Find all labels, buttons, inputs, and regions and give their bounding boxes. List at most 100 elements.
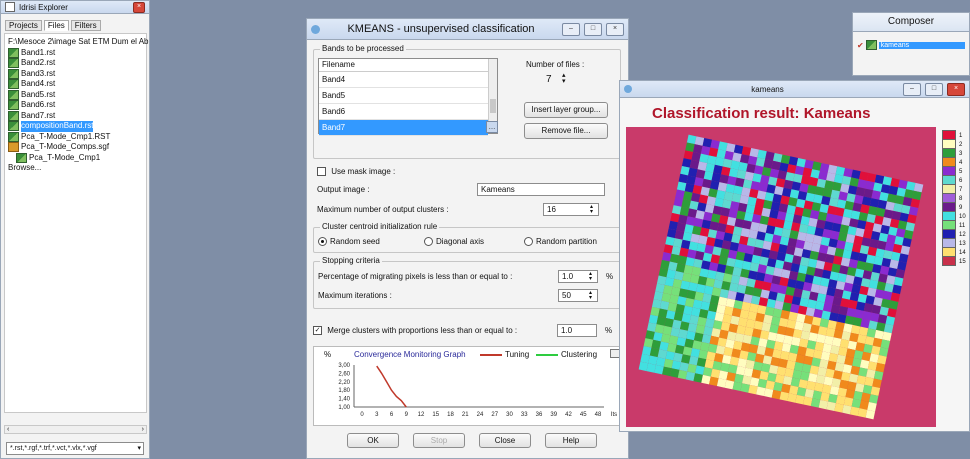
pixel-block — [760, 289, 770, 299]
maximize-icon[interactable]: □ — [584, 22, 602, 36]
file-tree: F:\Mesoce 2\image Sat ETM Dum el Ab Band… — [4, 33, 149, 413]
pct-spinner[interactable]: ▴ ▾ — [586, 271, 595, 282]
insert-layer-group-button[interactable]: Insert layer group... — [524, 102, 608, 118]
file-item[interactable]: Pca_T-Mode_Comps.sgf — [8, 142, 143, 153]
radio-diagonal-axis[interactable]: Diagonal axis — [424, 237, 484, 247]
pixel-block — [815, 300, 825, 311]
pixel-block — [830, 230, 840, 241]
pixel-block — [697, 316, 707, 327]
file-item[interactable]: Band4.rst — [8, 79, 143, 90]
stop-button[interactable]: Stop — [413, 433, 465, 448]
radio-random-seed[interactable]: Random seed — [318, 237, 380, 247]
pixel-block — [859, 400, 869, 410]
merge-checkbox[interactable]: ✓ — [313, 326, 322, 336]
pixel-block — [871, 345, 881, 356]
tree-hscrollbar[interactable]: ‹ › — [4, 425, 147, 434]
file-item[interactable]: Band5.rst — [8, 90, 143, 101]
result-close-icon[interactable]: × — [947, 82, 965, 96]
bands-list[interactable]: Filename Band4 Band5 Band6 Band7 — [318, 58, 498, 136]
ok-button[interactable]: OK — [347, 433, 399, 448]
tab-projects[interactable]: Projects — [5, 20, 42, 31]
pixel-block — [689, 274, 700, 284]
pixel-block — [857, 179, 867, 189]
file-item[interactable]: Band1.rst — [8, 48, 143, 59]
file-item[interactable]: Band7.rst — [8, 111, 143, 122]
file-name: Pca_T-Mode_Cmp1 — [29, 152, 101, 162]
pixel-block — [690, 233, 700, 244]
max-iter-spinner[interactable]: ▴ ▾ — [586, 290, 595, 301]
y-tick-label: 1,80 — [338, 388, 350, 394]
pixel-block — [738, 161, 748, 172]
pixel-block — [878, 273, 888, 283]
pixel-block — [842, 364, 853, 374]
pixel-block — [673, 238, 683, 248]
help-button[interactable]: Help — [545, 433, 597, 448]
band-row[interactable]: Band4 — [319, 72, 488, 88]
close-icon[interactable]: × — [606, 22, 624, 36]
check-icon[interactable]: ✔ — [857, 41, 864, 50]
raster-file-icon — [8, 100, 19, 111]
file-item[interactable]: Band2.rst — [8, 58, 143, 69]
explorer-close-icon[interactable]: × — [133, 1, 145, 13]
scroll-thumb[interactable] — [490, 99, 496, 113]
pixel-block — [833, 214, 843, 225]
pixel-block — [853, 276, 863, 286]
pixel-block — [699, 153, 709, 164]
pixel-block — [888, 226, 898, 237]
pixel-block — [785, 171, 795, 182]
close-button[interactable]: Close — [479, 433, 531, 448]
pixel-block — [736, 169, 747, 180]
file-filter-select[interactable]: *.rst,*.rgf,*.trf,*.vct,*.vlx,*.vgf ▾ — [6, 442, 144, 455]
radio-random-partition[interactable]: Random partition — [524, 237, 597, 247]
max-clusters-input[interactable]: 16 ▴ ▾ — [543, 203, 599, 216]
file-item[interactable]: Pca_T-Mode_Cmp1 — [8, 153, 143, 164]
pixel-block — [706, 310, 717, 321]
pixel-block — [659, 341, 669, 351]
pixel-block — [798, 338, 809, 348]
max-iter-input[interactable]: 50 ▴ ▾ — [558, 289, 598, 302]
chevron-down-icon[interactable]: ▾ — [137, 443, 141, 455]
pixel-block — [768, 290, 778, 301]
result-maximize-icon[interactable]: □ — [925, 82, 943, 96]
explorer-menu-icon[interactable] — [5, 2, 15, 12]
pixel-block — [809, 250, 819, 261]
scroll-left-icon[interactable]: ‹ — [7, 426, 9, 434]
file-name: Band5.rst — [21, 89, 56, 99]
pixel-block — [727, 290, 737, 300]
output-image-input[interactable]: Kameans — [477, 183, 605, 196]
result-minimize-icon[interactable]: – — [903, 82, 921, 96]
band-row[interactable]: Band6 — [319, 104, 488, 120]
file-item[interactable]: Band6.rst — [8, 100, 143, 111]
tuning-label: Tuning — [505, 350, 530, 359]
tab-filters[interactable]: Filters — [70, 20, 101, 31]
pixel-block — [749, 188, 759, 199]
num-files-spinner[interactable]: ▴ ▾ — [562, 72, 566, 85]
browser-label[interactable]: Browse... — [8, 163, 143, 174]
pixel-block — [770, 242, 780, 252]
pixel-block — [829, 385, 840, 396]
pixel-block — [773, 382, 783, 392]
file-item[interactable]: Pca_T-Mode_Cmp1.RST — [8, 132, 143, 143]
file-item[interactable]: compositionBand.rst — [8, 121, 143, 132]
pixel-block — [804, 388, 815, 399]
pixel-block — [770, 356, 781, 367]
merge-input[interactable]: 1.0 — [557, 324, 597, 337]
pixel-block — [855, 186, 866, 197]
minimize-icon[interactable]: – — [562, 22, 580, 36]
band-row[interactable]: Band5 — [319, 88, 488, 104]
pixel-block — [777, 170, 787, 180]
composer-layer-row[interactable]: ✔ kameans — [857, 40, 965, 50]
pixel-block — [883, 209, 894, 219]
band-browse-button[interactable]: … — [486, 121, 498, 133]
pixel-block — [874, 289, 885, 299]
pixel-block — [851, 243, 862, 253]
pixel-block — [691, 151, 701, 162]
tab-files[interactable]: Files — [43, 20, 69, 31]
band-row[interactable]: Band7 — [319, 120, 488, 136]
scroll-right-icon[interactable]: › — [142, 426, 144, 434]
max-clusters-spinner[interactable]: ▴ ▾ — [587, 204, 596, 215]
pct-input[interactable]: 1.0 ▴ ▾ — [558, 270, 598, 283]
file-item[interactable]: Band3.rst — [8, 69, 143, 80]
remove-file-button[interactable]: Remove file... — [524, 123, 608, 139]
use-mask-checkbox[interactable] — [317, 167, 326, 177]
